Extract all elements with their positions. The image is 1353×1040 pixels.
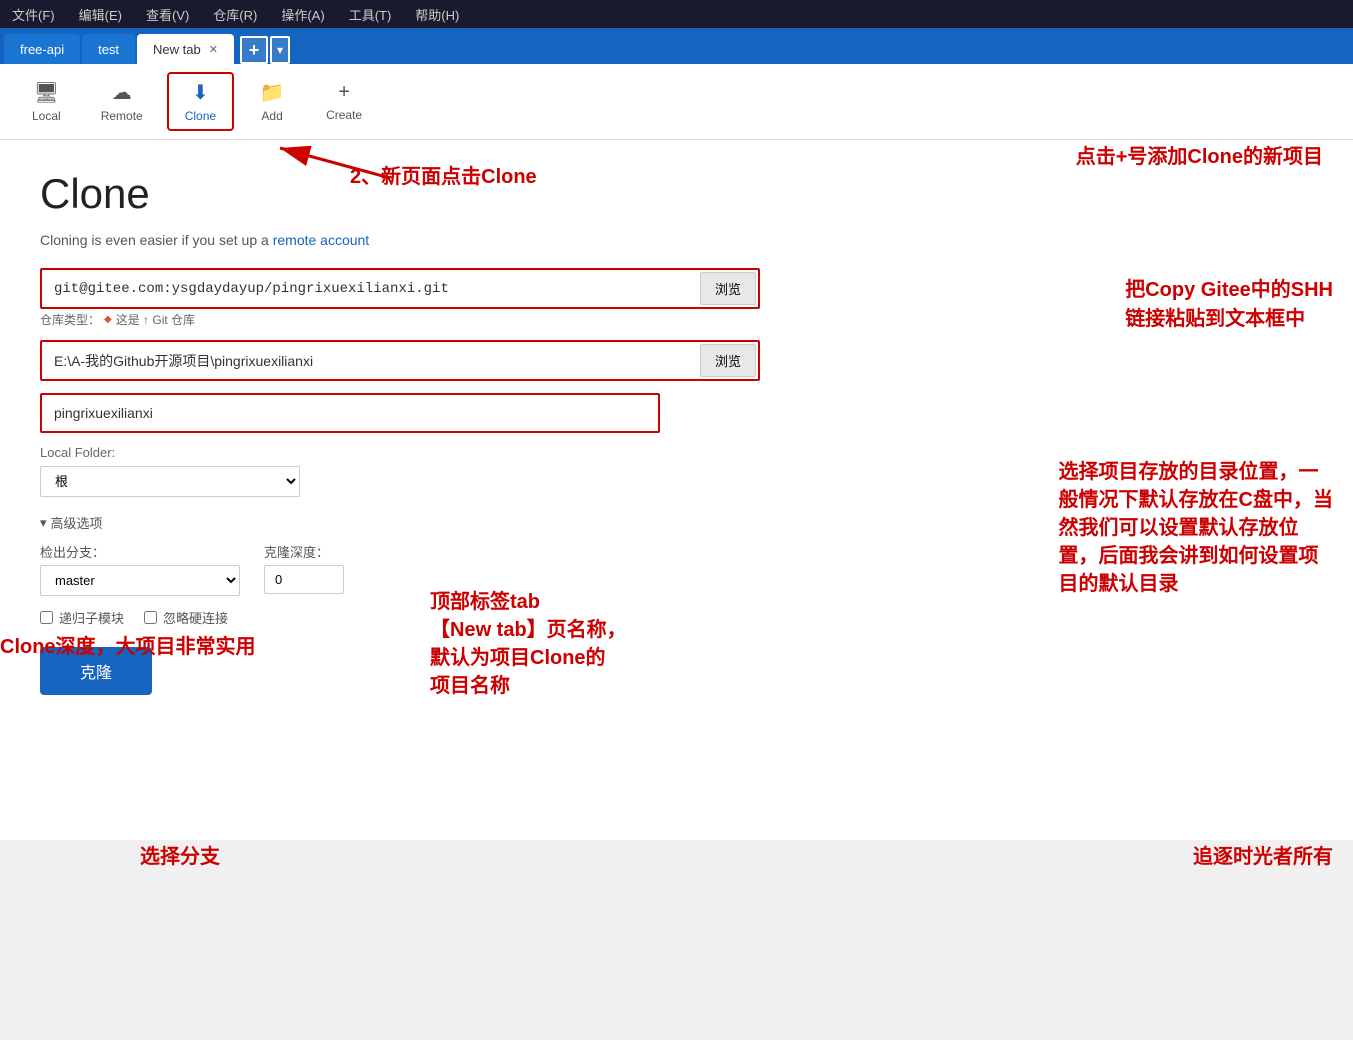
tabs-bar: free-api test New tab ✕ + ▾ — [0, 28, 1353, 64]
tab-label: New tab — [153, 42, 201, 57]
path-form-group: 浏览 — [40, 340, 1313, 381]
create-icon: + — [338, 81, 350, 104]
tab-free-api[interactable]: free-api — [4, 34, 80, 64]
url-form-group: 浏览 仓库类型： ◆ 这是 ↑ Git 仓库 — [40, 268, 1313, 328]
create-label: Create — [326, 108, 362, 122]
remote-account-link[interactable]: remote account — [273, 232, 370, 248]
tab-close-icon[interactable]: ✕ — [209, 43, 218, 56]
diamond-icon: ◆ — [104, 314, 112, 325]
browse-button-1[interactable]: 浏览 — [700, 272, 756, 305]
advanced-toggle[interactable]: ▾ 高级选项 — [40, 513, 1313, 532]
remote-label: Remote — [101, 109, 143, 123]
clone-icon: ⬇ — [192, 80, 209, 105]
menu-item-tools[interactable]: 工具(T) — [345, 3, 396, 26]
name-input-row — [40, 393, 660, 433]
toolbar-local-button[interactable]: 🖥 Local — [16, 74, 77, 129]
local-path-input[interactable] — [44, 345, 692, 377]
depth-label: 克隆深度： — [264, 542, 344, 561]
project-name-input[interactable] — [44, 397, 656, 429]
tab-label: free-api — [20, 42, 64, 57]
tab-actions: + ▾ — [240, 36, 290, 64]
chevron-down-icon: ▾ — [40, 515, 47, 531]
advanced-section: ▾ 高级选项 检出分支： master 克隆深度： 递归子模块 忽略硬连 — [40, 513, 1313, 627]
add-label: Add — [261, 109, 282, 123]
menu-item-help[interactable]: 帮助(H) — [411, 3, 463, 26]
toolbar-clone-button[interactable]: ⬇ Clone — [167, 72, 234, 131]
recursive-checkbox[interactable] — [40, 611, 53, 624]
menu-item-view[interactable]: 查看(V) — [142, 3, 193, 26]
name-form-group — [40, 393, 1313, 433]
toolbar-add-button[interactable]: 📁 Add — [242, 74, 302, 129]
subtitle: Cloning is even easier if you set up a r… — [40, 232, 1313, 248]
hardlink-label: 忽略硬连接 — [163, 608, 228, 627]
annotation-2: 点击+号添加Clone的新项目 — [1076, 140, 1323, 169]
annotation-7: 选择分支 — [140, 840, 220, 869]
browse-button-2[interactable]: 浏览 — [700, 344, 756, 377]
recursive-label: 递归子模块 — [59, 608, 124, 627]
menu-item-action[interactable]: 操作(A) — [277, 3, 328, 26]
hardlink-checkbox-label[interactable]: 忽略硬连接 — [144, 608, 228, 627]
menu-item-file[interactable]: 文件(F) — [8, 3, 59, 26]
clone-label: Clone — [185, 109, 216, 123]
local-label: Local — [32, 109, 61, 123]
depth-input[interactable] — [264, 565, 344, 594]
tab-dropdown-button[interactable]: ▾ — [270, 36, 290, 64]
clone-button[interactable]: 克隆 — [40, 647, 152, 695]
advanced-fields: 检出分支： master 克隆深度： — [40, 542, 1313, 596]
menu-item-repo[interactable]: 仓库(R) — [209, 3, 261, 26]
annotation-8: 追逐时光者所有 — [1193, 840, 1333, 869]
tab-label: test — [98, 42, 119, 57]
tab-test[interactable]: test — [82, 34, 135, 64]
menu-bar: 文件(F) 编辑(E) 查看(V) 仓库(R) 操作(A) 工具(T) 帮助(H… — [0, 0, 1353, 28]
repo-type-info: 仓库类型： ◆ 这是 ↑ Git 仓库 — [40, 311, 1313, 328]
url-input-row: 浏览 — [40, 268, 760, 309]
local-folder-label: Local Folder: — [40, 445, 1313, 460]
tab-new-tab[interactable]: New tab ✕ — [137, 34, 234, 64]
checkboxes: 递归子模块 忽略硬连接 — [40, 608, 1313, 627]
local-icon: 🖥 — [34, 80, 59, 105]
toolbar-create-button[interactable]: + Create — [310, 75, 378, 128]
url-input[interactable] — [44, 273, 692, 305]
depth-field-group: 克隆深度： — [264, 542, 344, 594]
branch-field-group: 检出分支： master — [40, 542, 240, 596]
remote-icon: ☁ — [112, 80, 132, 105]
toolbar-remote-button[interactable]: ☁ Remote — [85, 74, 159, 129]
content-area: Clone Cloning is even easier if you set … — [0, 140, 1353, 840]
hardlink-checkbox[interactable] — [144, 611, 157, 624]
recursive-checkbox-label[interactable]: 递归子模块 — [40, 608, 124, 627]
toolbar: 🖥 Local ☁ Remote ⬇ Clone 📁 Add + Create — [0, 64, 1353, 140]
tab-add-button[interactable]: + — [240, 36, 268, 64]
add-icon: 📁 — [260, 80, 285, 105]
page-title: Clone — [40, 170, 1313, 218]
menu-item-edit[interactable]: 编辑(E) — [75, 3, 126, 26]
branch-label: 检出分支： — [40, 542, 240, 561]
folder-input-row: 浏览 — [40, 340, 760, 381]
branch-select[interactable]: master — [40, 565, 240, 596]
local-folder-select[interactable]: 根 — [40, 466, 300, 497]
